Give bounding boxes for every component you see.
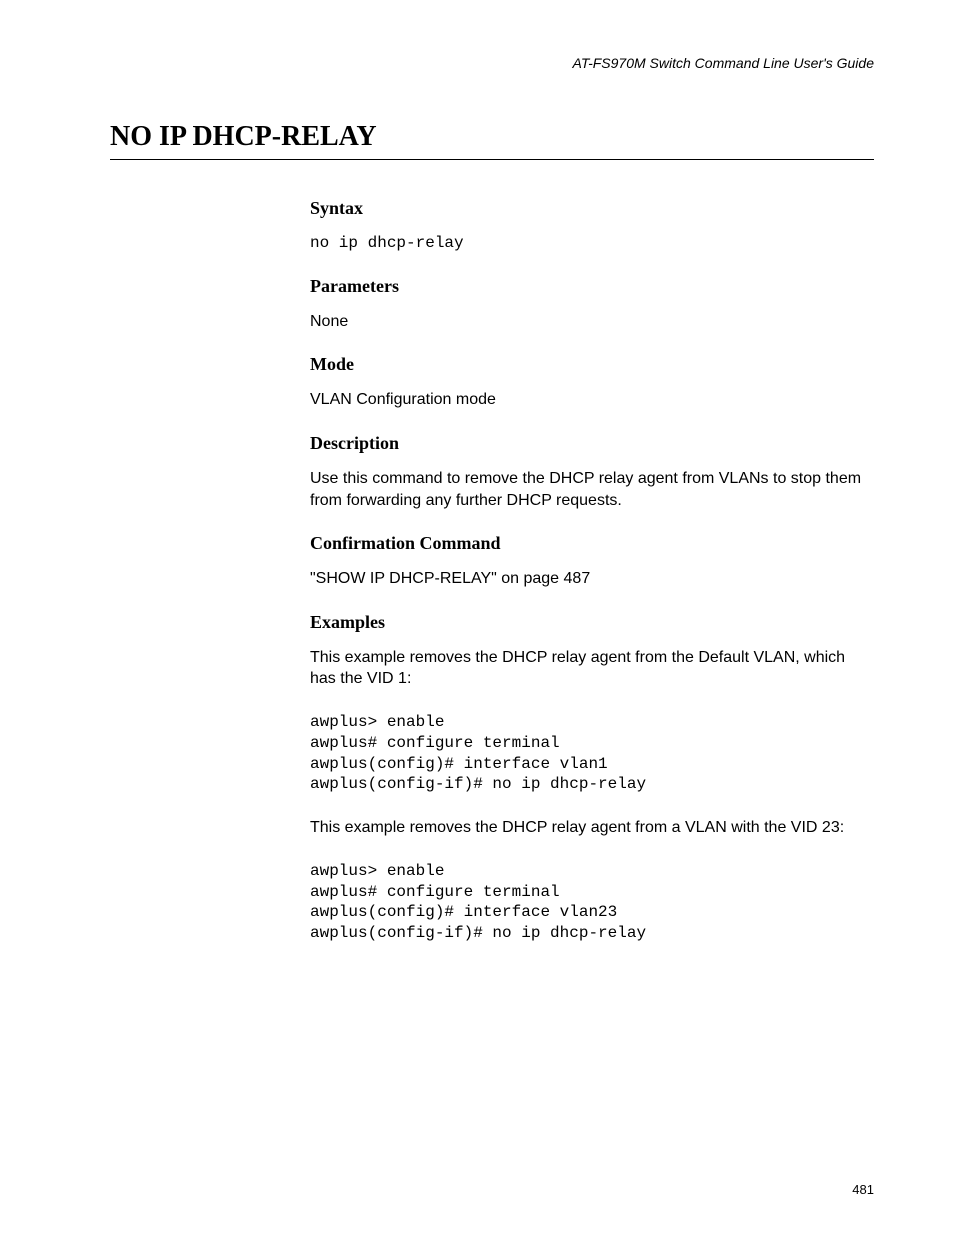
syntax-code: no ip dhcp-relay — [310, 233, 864, 254]
page-header: AT-FS970M Switch Command Line User's Gui… — [110, 55, 874, 71]
examples-code1: awplus> enable awplus# configure termina… — [310, 712, 864, 795]
page-number: 481 — [852, 1182, 874, 1197]
confirmation-text: "SHOW IP DHCP-RELAY" on page 487 — [310, 568, 864, 590]
content-area: Syntax no ip dhcp-relay Parameters None … — [110, 198, 874, 944]
syntax-head: Syntax — [310, 198, 864, 219]
mode-head: Mode — [310, 354, 864, 375]
examples-head: Examples — [310, 612, 864, 633]
examples-intro2: This example removes the DHCP relay agen… — [310, 817, 864, 839]
mode-text: VLAN Configuration mode — [310, 389, 864, 411]
description-text: Use this command to remove the DHCP rela… — [310, 468, 864, 511]
page-title: NO IP DHCP-RELAY — [110, 121, 874, 160]
parameters-head: Parameters — [310, 276, 864, 297]
examples-intro1: This example removes the DHCP relay agen… — [310, 647, 864, 690]
examples-code2: awplus> enable awplus# configure termina… — [310, 861, 864, 944]
parameters-text: None — [310, 311, 864, 333]
confirmation-head: Confirmation Command — [310, 533, 864, 554]
description-head: Description — [310, 433, 864, 454]
